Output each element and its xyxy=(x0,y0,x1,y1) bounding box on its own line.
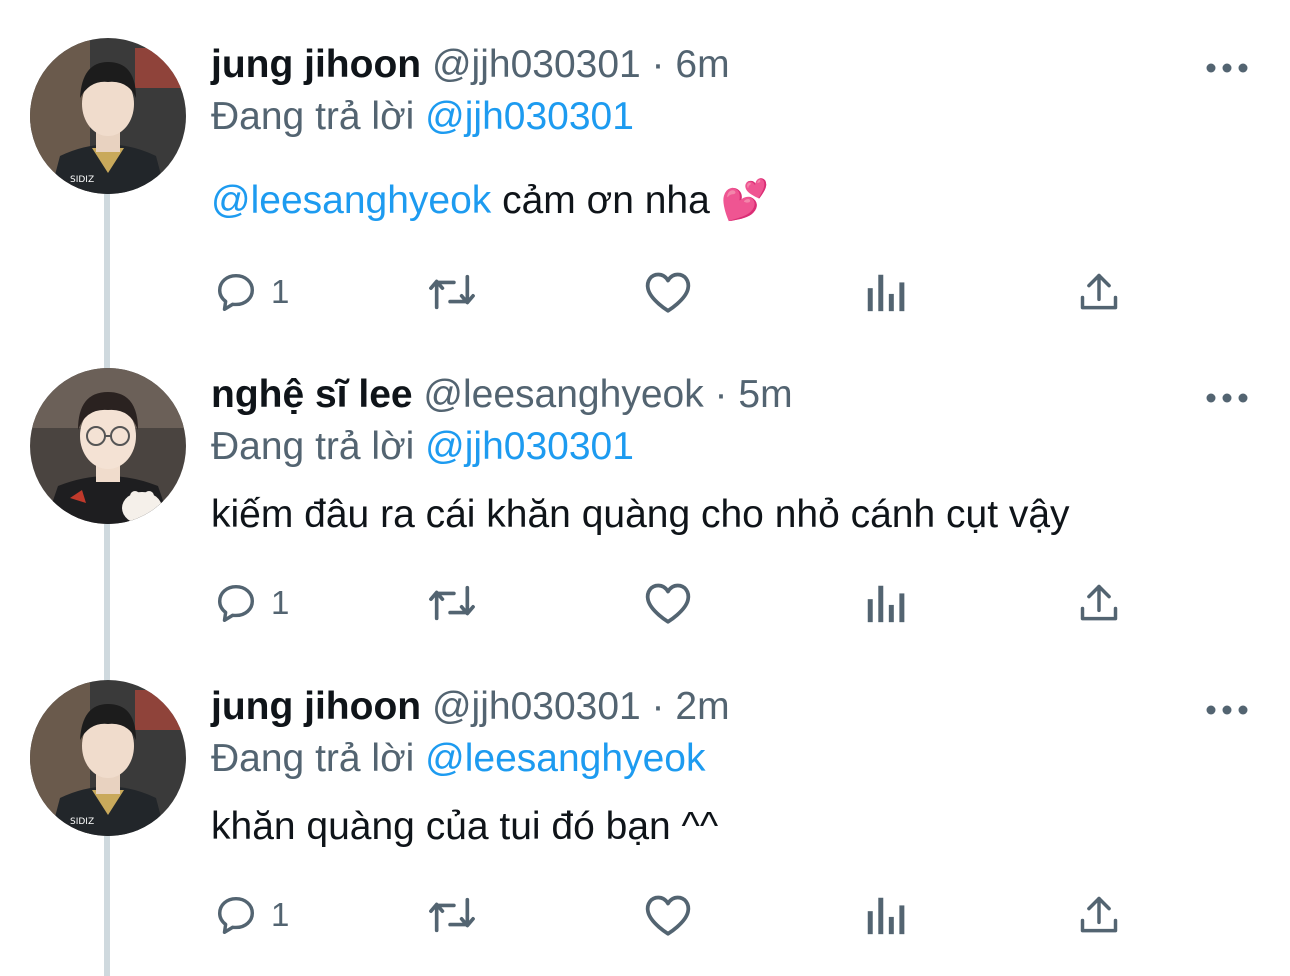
svg-text:SIDIZ: SIDIZ xyxy=(70,175,94,185)
share-button[interactable] xyxy=(1077,578,1121,628)
replying-to: Đang trả lời @jjh030301 xyxy=(211,94,634,140)
like-button[interactable] xyxy=(643,890,693,940)
replying-to-mention[interactable]: @jjh030301 xyxy=(425,95,634,138)
action-bar: 1 xyxy=(211,890,1151,940)
more-horizontal-icon[interactable] xyxy=(1205,390,1249,406)
share-upload-icon xyxy=(1077,269,1121,315)
replying-prefix: Đang trả lời xyxy=(211,425,426,468)
replying-prefix: Đang trả lời xyxy=(211,95,426,138)
analytics-button[interactable] xyxy=(863,578,907,628)
reply-count: 1 xyxy=(271,896,290,933)
avatar[interactable]: SIDIZ xyxy=(30,680,186,836)
tweet-3[interactable]: SIDIZ jung jihoon @jjh030301 · 2m Đang t… xyxy=(0,680,1290,970)
reply-button[interactable]: 1 xyxy=(213,267,289,317)
user-handle[interactable]: @leesanghyeok xyxy=(423,373,703,416)
tweet-text: kiếm đâu ra cái khăn quàng cho nhỏ cánh … xyxy=(211,492,1070,538)
retweet-icon xyxy=(425,892,479,938)
share-button[interactable] xyxy=(1077,267,1121,317)
display-name[interactable]: nghệ sĩ lee xyxy=(211,373,413,416)
replying-to-mention[interactable]: @leesanghyeok xyxy=(425,737,705,780)
avatar[interactable]: SIDIZ xyxy=(30,38,186,194)
action-bar: 1 xyxy=(211,267,1151,317)
reply-count: 1 xyxy=(271,584,290,621)
tweet-header: nghệ sĩ lee @leesanghyeok · 5m xyxy=(211,372,793,418)
avatar[interactable] xyxy=(30,368,186,524)
analytics-button[interactable] xyxy=(863,267,907,317)
reply-button[interactable]: 1 xyxy=(213,578,289,628)
share-button[interactable] xyxy=(1077,890,1121,940)
reply-bubble-icon xyxy=(213,269,259,315)
like-button[interactable] xyxy=(643,578,693,628)
separator: · xyxy=(703,373,739,416)
replying-to: Đang trả lời @leesanghyeok xyxy=(211,736,705,782)
share-upload-icon xyxy=(1077,580,1121,626)
timestamp[interactable]: 6m xyxy=(675,43,729,86)
analytics-button[interactable] xyxy=(863,890,907,940)
share-upload-icon xyxy=(1077,892,1121,938)
display-name[interactable]: jung jihoon xyxy=(211,43,421,86)
more-horizontal-icon[interactable] xyxy=(1205,60,1249,76)
heart-icon xyxy=(643,892,693,938)
tweet-text: @leesanghyeok cảm ơn nha 💕 xyxy=(211,178,769,224)
display-name[interactable]: jung jihoon xyxy=(211,685,421,728)
heart-icon xyxy=(643,580,693,626)
user-handle[interactable]: @jjh030301 xyxy=(432,685,641,728)
tweet-header: jung jihoon @jjh030301 · 2m xyxy=(211,684,730,730)
reply-count: 1 xyxy=(271,273,290,310)
retweet-button[interactable] xyxy=(425,890,479,940)
text-content: kiếm đâu ra cái khăn quàng cho nhỏ cánh … xyxy=(211,493,1070,536)
heart-icon xyxy=(643,269,693,315)
retweet-icon xyxy=(425,269,479,315)
retweet-icon xyxy=(425,580,479,626)
separator: · xyxy=(640,43,676,86)
text-content: khăn quàng của tui đó bạn ^^ xyxy=(211,805,719,848)
analytics-bars-icon xyxy=(863,580,907,626)
user-handle[interactable]: @jjh030301 xyxy=(432,43,641,86)
tweet-text: khăn quàng của tui đó bạn ^^ xyxy=(211,804,718,850)
analytics-bars-icon xyxy=(863,892,907,938)
retweet-button[interactable] xyxy=(425,578,479,628)
reply-bubble-icon xyxy=(213,892,259,938)
more-horizontal-icon[interactable] xyxy=(1205,702,1249,718)
like-button[interactable] xyxy=(643,267,693,317)
tweet-header: jung jihoon @jjh030301 · 6m xyxy=(211,42,730,88)
text-mention[interactable]: @leesanghyeok xyxy=(211,179,491,222)
reply-bubble-icon xyxy=(213,580,259,626)
analytics-bars-icon xyxy=(863,269,907,315)
tweet-1[interactable]: SIDIZ jung jihoon @jjh030301 · 6m Đang t… xyxy=(0,38,1290,328)
tweet-2[interactable]: nghệ sĩ lee @leesanghyeok · 5m Đang trả … xyxy=(0,368,1290,658)
reply-button[interactable]: 1 xyxy=(213,890,289,940)
separator: · xyxy=(640,685,676,728)
text-content: cảm ơn nha 💕 xyxy=(491,179,770,222)
replying-prefix: Đang trả lời xyxy=(211,737,426,780)
action-bar: 1 xyxy=(211,578,1151,628)
timestamp[interactable]: 5m xyxy=(738,373,792,416)
replying-to-mention[interactable]: @jjh030301 xyxy=(425,425,634,468)
retweet-button[interactable] xyxy=(425,267,479,317)
svg-text:SIDIZ: SIDIZ xyxy=(70,817,94,827)
replying-to: Đang trả lời @jjh030301 xyxy=(211,424,634,470)
timestamp[interactable]: 2m xyxy=(675,685,729,728)
